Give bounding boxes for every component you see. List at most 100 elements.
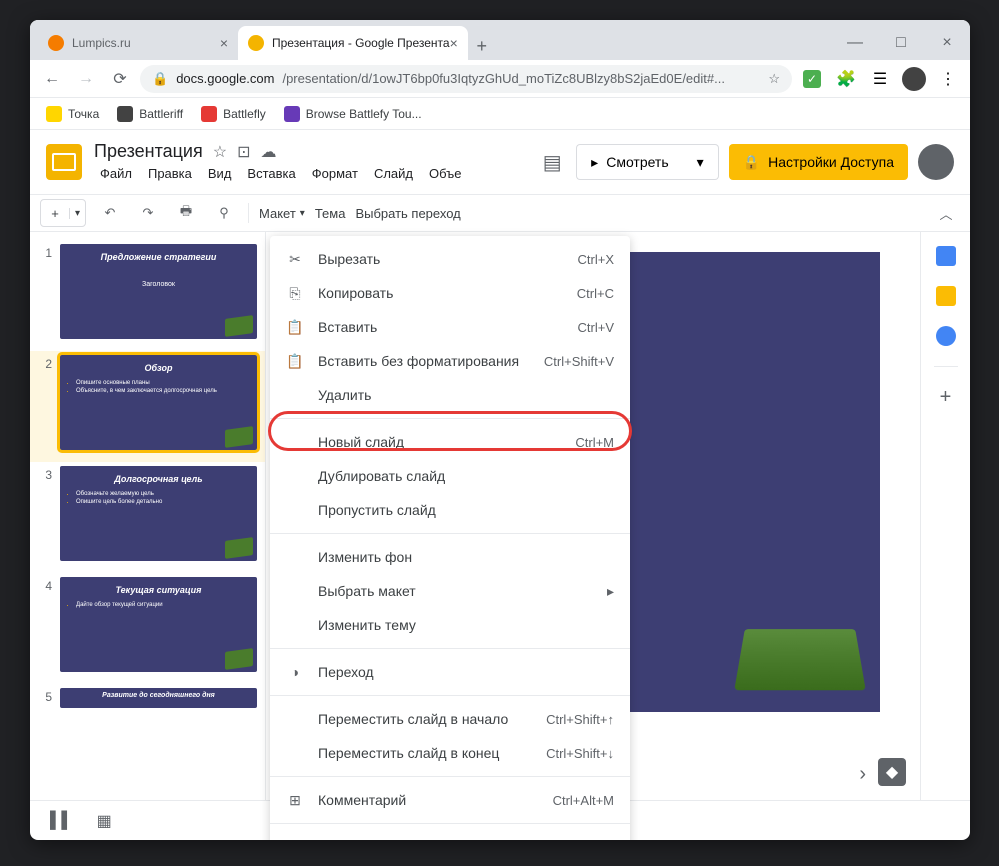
explore-button[interactable]: ◆ bbox=[878, 758, 906, 786]
menu-slide[interactable]: Слайд bbox=[368, 164, 419, 183]
reading-list-icon[interactable]: ☰ bbox=[866, 65, 894, 93]
ctx-keep[interactable]: ◉Сохранить в Google Keep bbox=[270, 830, 630, 840]
grid-view-icon[interactable]: ▦ bbox=[97, 811, 112, 831]
filmstrip[interactable]: 1 Предложение стратегииЗаголовок 2 Обзор… bbox=[30, 232, 266, 800]
window-controls: — □ × bbox=[832, 26, 970, 60]
keep-icon: ◉ bbox=[286, 838, 304, 840]
document-title[interactable]: Презентация bbox=[94, 141, 203, 162]
paint-format-button[interactable]: ⚲ bbox=[210, 199, 238, 227]
tasks-icon[interactable] bbox=[936, 326, 956, 346]
ctx-paste-noformat[interactable]: 📋Вставить без форматированияCtrl+Shift+V bbox=[270, 344, 630, 378]
url-input[interactable]: 🔒 docs.google.com/presentation/d/1owJT6b… bbox=[140, 65, 792, 93]
new-slide-button[interactable]: +▾ bbox=[40, 199, 86, 227]
print-button[interactable]: 🖶 bbox=[172, 199, 200, 227]
tab-title: Презентация - Google Презента bbox=[272, 36, 450, 50]
thumb-2[interactable]: 2 ОбзорОпишите основные планыОбъясните, … bbox=[30, 351, 265, 462]
star-icon[interactable]: ☆ bbox=[768, 71, 780, 87]
maze-graphic bbox=[734, 629, 866, 690]
favicon bbox=[248, 35, 264, 51]
minimize-button[interactable]: — bbox=[832, 26, 878, 60]
menu-bar: Файл Правка Вид Вставка Формат Слайд Объ… bbox=[94, 164, 467, 183]
ctx-duplicate[interactable]: Дублировать слайд bbox=[270, 459, 630, 493]
separator bbox=[934, 366, 958, 367]
close-icon[interactable]: × bbox=[450, 35, 458, 51]
thumb-4[interactable]: 4 Текущая ситуацияДайте обзор текущей си… bbox=[30, 573, 265, 684]
bookmark-battlefy[interactable]: Browse Battlefy Tou... bbox=[278, 102, 428, 126]
slides-logo[interactable] bbox=[46, 144, 82, 180]
new-tab-button[interactable]: + bbox=[468, 32, 496, 60]
ctx-paste[interactable]: 📋ВставитьCtrl+V bbox=[270, 310, 630, 344]
app-header: Презентация ☆ ⊡ ☁ Файл Правка Вид Вставк… bbox=[30, 130, 970, 194]
ctx-move-start[interactable]: Переместить слайд в началоCtrl+Shift+↑ bbox=[270, 702, 630, 736]
theme-button[interactable]: Тема bbox=[315, 206, 346, 221]
ctx-new-slide[interactable]: Новый слайдCtrl+M bbox=[270, 425, 630, 459]
thumb-5[interactable]: 5 Развитие до сегодняшнего дня bbox=[30, 684, 265, 720]
profile-avatar[interactable] bbox=[900, 65, 928, 93]
bookmarks-bar: Точка Battleriff Battlefly Browse Battle… bbox=[30, 98, 970, 130]
menu-file[interactable]: Файл bbox=[94, 164, 138, 183]
menu-icon[interactable]: ⋮ bbox=[934, 65, 962, 93]
forward-button[interactable]: → bbox=[72, 65, 100, 93]
ctx-change-bg[interactable]: Изменить фон bbox=[270, 540, 630, 574]
tab-lumpics[interactable]: Lumpics.ru × bbox=[38, 26, 238, 60]
close-icon[interactable]: × bbox=[220, 35, 228, 51]
comments-icon[interactable]: ▤ bbox=[538, 148, 566, 176]
cut-icon: ✂ bbox=[286, 250, 304, 268]
play-icon: ▸ bbox=[591, 154, 598, 171]
comment-icon: ⊞ bbox=[286, 791, 304, 809]
layout-dropdown[interactable]: Макет▾ bbox=[259, 206, 305, 221]
tab-strip: Lumpics.ru × Презентация - Google Презен… bbox=[30, 20, 970, 60]
ctx-move-end[interactable]: Переместить слайд в конецCtrl+Shift+↓ bbox=[270, 736, 630, 770]
star-icon[interactable]: ☆ bbox=[213, 142, 227, 162]
explore-nav[interactable]: › bbox=[859, 763, 866, 786]
ctx-cut[interactable]: ✂ВырезатьCtrl+X bbox=[270, 242, 630, 276]
ctx-skip[interactable]: Пропустить слайд bbox=[270, 493, 630, 527]
ctx-copy[interactable]: ⎘КопироватьCtrl+C bbox=[270, 276, 630, 310]
add-extension-icon[interactable]: + bbox=[936, 387, 956, 407]
lock-icon: 🔒 bbox=[743, 154, 760, 171]
present-button[interactable]: ▸Смотреть bbox=[576, 144, 682, 180]
bookmark-battlefly[interactable]: Battlefly bbox=[195, 102, 272, 126]
menu-arrange[interactable]: Объе bbox=[423, 164, 467, 183]
keep-icon[interactable] bbox=[936, 286, 956, 306]
thumb-1[interactable]: 1 Предложение стратегииЗаголовок bbox=[30, 240, 265, 351]
extensions-icon[interactable]: 🧩 bbox=[832, 65, 860, 93]
thumb-3[interactable]: 3 Долгосрочная цельОбозначьте желаемую ц… bbox=[30, 462, 265, 573]
cloud-icon[interactable]: ☁ bbox=[260, 142, 276, 162]
reload-button[interactable]: ⟳ bbox=[106, 65, 134, 93]
filmstrip-view-icon[interactable]: ▌▌ bbox=[50, 812, 73, 830]
paste-icon: 📋 bbox=[286, 318, 304, 336]
ctx-change-theme[interactable]: Изменить тему bbox=[270, 608, 630, 642]
undo-button[interactable]: ↶ bbox=[96, 199, 124, 227]
menu-insert[interactable]: Вставка bbox=[241, 164, 301, 183]
bookmark-battleriff[interactable]: Battleriff bbox=[111, 102, 189, 126]
menu-format[interactable]: Формат bbox=[306, 164, 364, 183]
transition-button[interactable]: Выбрать переход bbox=[355, 206, 460, 221]
move-icon[interactable]: ⊡ bbox=[237, 142, 250, 162]
ctx-choose-layout[interactable]: Выбрать макет bbox=[270, 574, 630, 608]
context-menu: ✂ВырезатьCtrl+X ⎘КопироватьCtrl+C 📋Встав… bbox=[270, 236, 630, 840]
url-domain: docs.google.com bbox=[176, 71, 274, 86]
ctx-transition[interactable]: ◑Переход bbox=[270, 655, 630, 689]
address-bar: ← → ⟳ 🔒 docs.google.com/presentation/d/1… bbox=[30, 60, 970, 98]
lock-icon: 🔒 bbox=[152, 71, 168, 87]
tab-slides[interactable]: Презентация - Google Презента × bbox=[238, 26, 468, 60]
bookmark-tochka[interactable]: Точка bbox=[40, 102, 105, 126]
user-avatar[interactable] bbox=[918, 144, 954, 180]
menu-edit[interactable]: Правка bbox=[142, 164, 198, 183]
browser-window: Lumpics.ru × Презентация - Google Презен… bbox=[30, 20, 970, 840]
calendar-icon[interactable] bbox=[936, 246, 956, 266]
maximize-button[interactable]: □ bbox=[878, 26, 924, 60]
back-button[interactable]: ← bbox=[38, 65, 66, 93]
ctx-comment[interactable]: ⊞КомментарийCtrl+Alt+M bbox=[270, 783, 630, 817]
collapse-toolbar-icon[interactable]: ︿ bbox=[932, 199, 960, 227]
paste-noformat-icon: 📋 bbox=[286, 352, 304, 370]
present-dropdown[interactable]: ▾ bbox=[683, 144, 719, 180]
close-button[interactable]: × bbox=[924, 26, 970, 60]
share-button[interactable]: 🔒Настройки Доступа bbox=[729, 144, 908, 180]
ctx-delete[interactable]: Удалить bbox=[270, 378, 630, 412]
extension-icon[interactable]: ✓ bbox=[798, 65, 826, 93]
menu-view[interactable]: Вид bbox=[202, 164, 238, 183]
redo-button[interactable]: ↷ bbox=[134, 199, 162, 227]
side-panel: + bbox=[920, 232, 970, 800]
